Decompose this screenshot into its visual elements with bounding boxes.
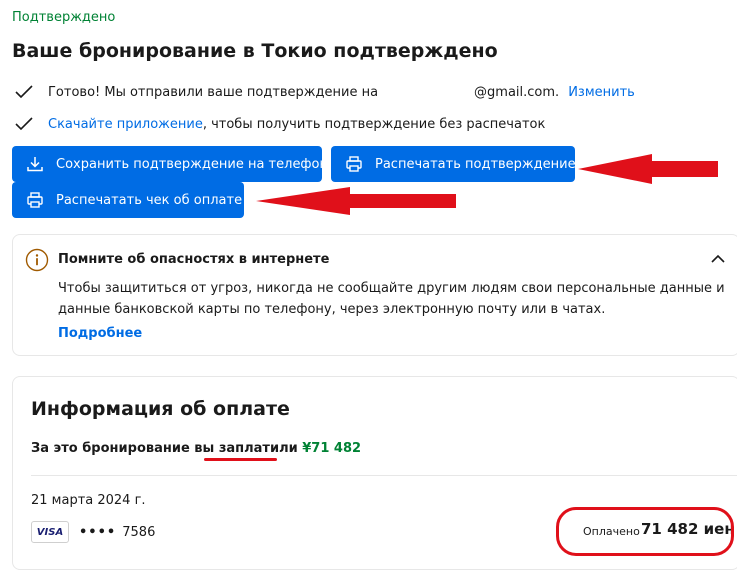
paid-word: заплатили (218, 441, 298, 456)
app-download-text: , чтобы получить подтверждение без распе… (202, 116, 546, 132)
save-to-phone-button[interactable]: Сохранить подтверждение на телефон (12, 146, 328, 182)
save-to-phone-label: Сохранить подтверждение на телефон (56, 156, 329, 172)
print-receipt-label: Распечатать чек об оплате (56, 192, 243, 208)
check-icon (15, 117, 33, 131)
check-icon (15, 85, 33, 99)
email-confirm-text: Готово! Мы отправили ваше подтверждение … (48, 84, 379, 100)
paid-summary: За это бронирование вы заплатили ¥71 482 (31, 441, 361, 456)
info-icon (25, 248, 49, 272)
payment-title: Информация об оплате (31, 398, 290, 420)
card-info: VISA •••• 7586 (31, 521, 155, 543)
app-download-row: Скачайте приложение , чтобы получить под… (14, 114, 545, 134)
email-confirm-row: Готово! Мы отправили ваше подтверждение … (14, 82, 635, 102)
email-address: @gmail.com. (474, 84, 560, 100)
print-icon (346, 156, 362, 172)
security-alert: Помните об опасностях в интернете Чтобы … (12, 234, 737, 356)
page-title: Ваше бронирование в Токио подтверждено (12, 40, 498, 62)
annotation-arrow-icon (578, 154, 718, 184)
paid-amount: ¥71 482 (302, 441, 362, 456)
print-icon (27, 192, 43, 208)
card-mask: •••• (79, 524, 117, 540)
paid-prefix: За это бронирование вы (31, 441, 219, 456)
change-email-link[interactable]: Изменить (568, 85, 635, 100)
alert-body: Чтобы защититься от угроз, никогда не со… (58, 281, 725, 317)
learn-more-link[interactable]: Подробнее (58, 326, 142, 341)
visa-icon: VISA (31, 521, 69, 543)
download-icon (27, 157, 43, 172)
payment-date: 21 марта 2024 г. (31, 493, 146, 508)
chevron-up-icon[interactable] (709, 250, 727, 268)
print-confirmation-label: Распечатать подтверждение (375, 156, 576, 172)
download-app-link[interactable]: Скачайте приложение (48, 117, 203, 132)
annotation-arrow-icon (256, 187, 456, 215)
alert-title: Помните об опасностях в интернете (58, 252, 330, 267)
card-last4: 7586 (122, 524, 156, 540)
print-confirmation-button[interactable]: Распечатать подтверждение (331, 146, 576, 182)
status-label: Подтверждено (12, 10, 116, 25)
divider (31, 475, 737, 476)
annotation-underline (204, 458, 277, 461)
print-receipt-button[interactable]: Распечатать чек об оплате (12, 182, 244, 218)
annotation-oval (556, 507, 734, 556)
